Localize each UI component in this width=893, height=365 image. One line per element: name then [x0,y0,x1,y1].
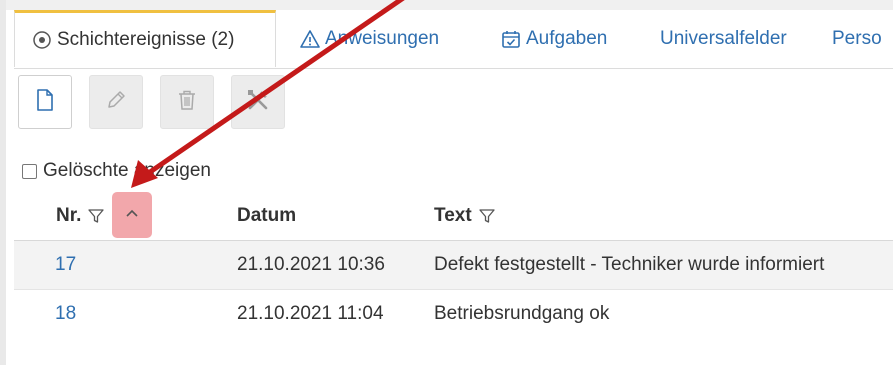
pencil-icon [104,88,128,117]
show-deleted-option[interactable]: Gelöschte anzeigen [22,160,211,182]
column-label: Datum [237,205,297,226]
cell-nr[interactable]: 18 [55,290,76,338]
chevron-up-icon [124,206,140,224]
calendar-check-icon [500,28,522,50]
column-header-datum[interactable]: Datum [237,192,296,240]
trash-icon [176,88,198,117]
tab-bar: Schichtereignisse (2) Anweisungen Aufgab… [14,10,893,69]
tools-button[interactable] [231,75,285,129]
cell-datum: 21.10.2021 11:04 [237,303,384,324]
tab-anweisungen[interactable]: Anweisungen [299,10,439,68]
show-deleted-checkbox[interactable] [22,163,37,179]
column-header-nr[interactable]: Nr. [56,192,105,240]
cell-datum: 21.10.2021 10:36 [237,254,385,275]
delete-button[interactable] [160,75,214,129]
tab-label: Aufgaben [526,28,608,49]
cell-nr[interactable]: 17 [55,241,76,289]
left-edge [0,0,6,365]
warning-icon [299,28,321,50]
tab-schichtereignisse[interactable]: Schichtereignisse (2) [14,10,276,67]
cell-text: Defekt festgestellt - Techniker wurde in… [434,254,825,275]
sort-ascending-button[interactable] [112,192,152,238]
tab-label: Anweisungen [325,28,440,49]
new-document-button[interactable] [18,75,72,129]
filter-icon[interactable] [87,207,105,225]
tools-icon [245,87,271,118]
tab-personal[interactable]: Perso [832,10,882,68]
cell-text: Betriebsrundgang ok [434,303,610,324]
tab-universalfelder[interactable]: Universalfelder [660,10,787,68]
document-icon [34,88,56,117]
top-edge [6,0,893,10]
edit-button[interactable] [89,75,143,129]
table-header: Nr. Datum Text [14,192,893,241]
target-icon [31,29,53,51]
table-row[interactable]: 18 21.10.2021 11:04 Betriebsrundgang ok [14,290,893,338]
column-header-text[interactable]: Text [434,192,496,240]
tab-aufgaben[interactable]: Aufgaben [500,10,607,68]
tab-label: Universalfelder [660,28,787,49]
column-label: Text [434,205,472,226]
tab-label: Perso [832,28,882,49]
column-label: Nr. [56,205,82,226]
tab-label: Schichtereignisse (2) [57,29,235,50]
filter-icon[interactable] [478,207,496,225]
show-deleted-label: Gelöschte anzeigen [43,160,211,181]
toolbar [18,75,285,129]
table-row[interactable]: 17 21.10.2021 10:36 Defekt festgestellt … [14,241,893,290]
